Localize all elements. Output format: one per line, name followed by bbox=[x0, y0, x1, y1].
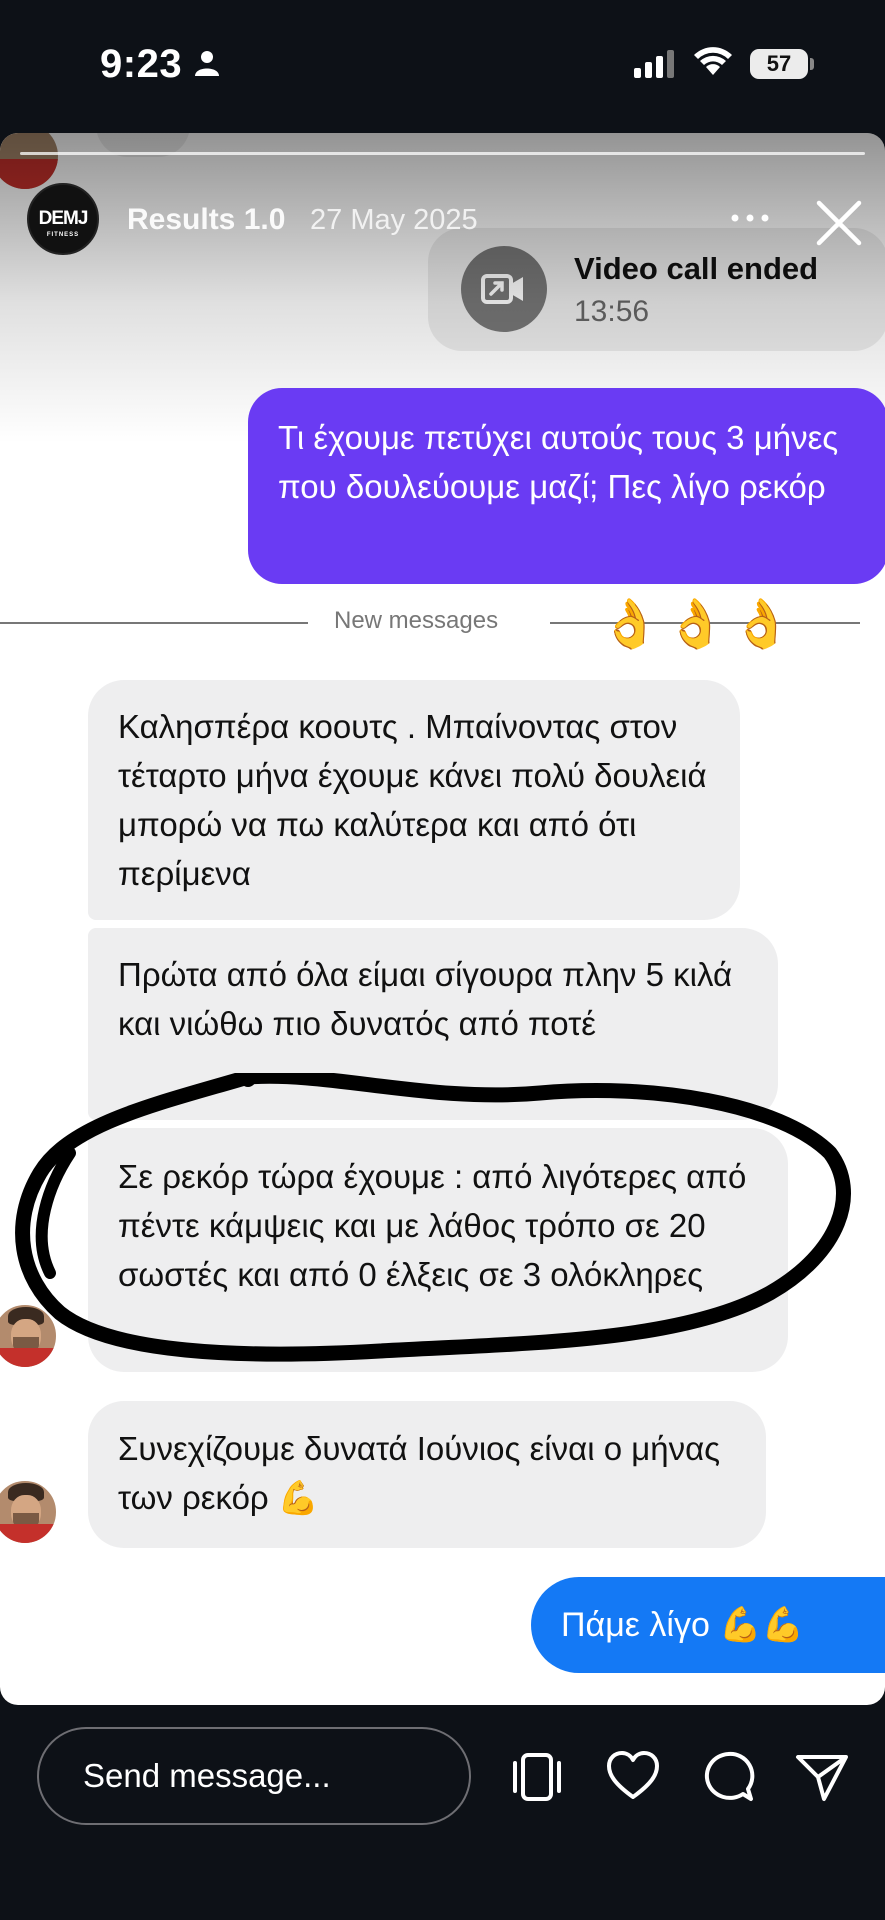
story-card: Video call ended 13:56 DEMJ FITNESS Resu… bbox=[0, 133, 885, 1705]
brand-logo[interactable]: DEMJ FITNESS bbox=[27, 183, 99, 255]
avatar[interactable] bbox=[0, 1479, 58, 1545]
story-title[interactable]: Results 1.0 bbox=[127, 203, 285, 237]
call-time: 13:56 bbox=[574, 295, 650, 328]
message-reactions[interactable]: 👌👌👌 bbox=[600, 595, 797, 655]
message-input[interactable]: Send message... bbox=[37, 1727, 471, 1825]
battery-cap bbox=[810, 58, 814, 70]
received-message[interactable]: Καλησπέρα κοουτς . Μπαίνοντας στον τέταρ… bbox=[88, 680, 740, 920]
heart-icon[interactable] bbox=[605, 1749, 661, 1805]
battery-icon: 57 bbox=[750, 49, 808, 79]
received-message[interactable]: Σε ρεκόρ τώρα έχουμε : από λιγότερες από… bbox=[88, 1128, 788, 1372]
sent-message[interactable]: Πάμε λίγο 💪💪 bbox=[531, 1577, 885, 1673]
avatar[interactable] bbox=[0, 1303, 58, 1369]
avatar bbox=[0, 133, 58, 189]
brand-logo-text: DEMJ bbox=[38, 208, 89, 229]
divider-line-left bbox=[0, 622, 308, 624]
send-icon[interactable] bbox=[794, 1749, 850, 1805]
brand-logo-sub: FITNESS bbox=[46, 232, 80, 238]
received-message[interactable]: Συνεχίζουμε δυνατά Ιούνιος είναι ο μήνας… bbox=[88, 1401, 766, 1548]
new-messages-divider: New messages bbox=[334, 607, 499, 634]
received-message[interactable]: Πρώτα από όλα είμαι σίγουρα πλην 5 κιλά … bbox=[88, 928, 778, 1120]
more-icon[interactable] bbox=[727, 203, 773, 233]
sent-message[interactable]: Τι έχουμε πετύχει αυτούς τους 3 μήνες πο… bbox=[248, 388, 885, 584]
story-progress-bar bbox=[20, 152, 865, 155]
message-composer: Send message... bbox=[0, 1705, 885, 1920]
status-bar: 9:23 57 bbox=[0, 0, 885, 130]
status-time: 9:23 bbox=[100, 42, 183, 86]
person-icon bbox=[195, 51, 219, 76]
story-header: DEMJ FITNESS Results 1.0 27 May 2025 bbox=[0, 183, 885, 263]
carousel-icon[interactable] bbox=[509, 1749, 565, 1805]
wifi-icon bbox=[694, 47, 732, 75]
story-date: 27 May 2025 bbox=[310, 204, 478, 236]
signal-icon bbox=[634, 50, 674, 78]
comment-icon[interactable] bbox=[700, 1749, 756, 1805]
close-icon[interactable] bbox=[814, 198, 864, 248]
